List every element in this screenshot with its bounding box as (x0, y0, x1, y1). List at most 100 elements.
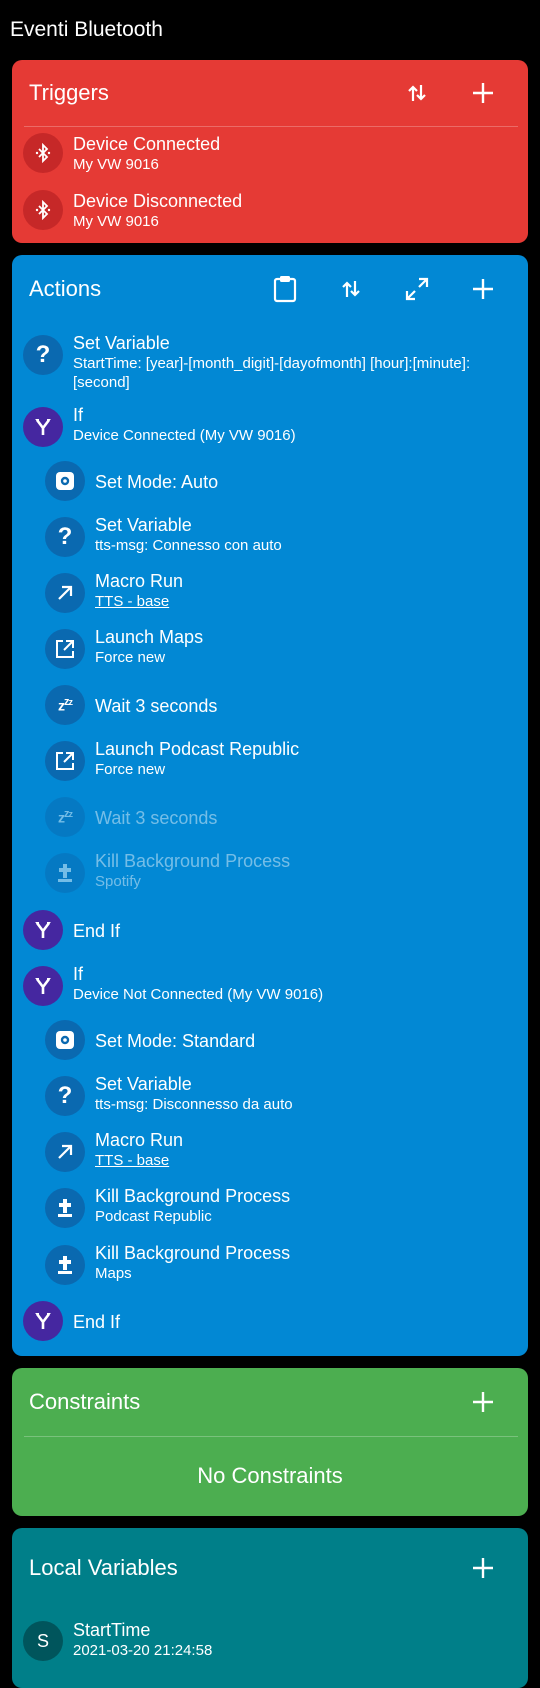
action-title: Macro Run (95, 571, 184, 591)
action-title: Macro Run (95, 1130, 184, 1150)
constraints-card: Constraints No Constraints (12, 1368, 528, 1516)
no-constraints-text: No Constraints (197, 1463, 343, 1488)
if-branch-icon (23, 1301, 63, 1341)
local-variables-header: Local Variables (12, 1528, 528, 1608)
paste-action-button[interactable] (252, 260, 318, 318)
action-item[interactable]: ? Set Variable StartTime: [year]-[month_… (23, 333, 528, 392)
action-subtitle: Maps (95, 1265, 132, 1282)
bluetooth-icon (23, 133, 63, 173)
action-item[interactable]: Kill Background Process Maps (45, 1243, 528, 1285)
if-item[interactable]: If Device Not Connected (My VW 9016) (23, 964, 528, 1006)
settings-icon (45, 1020, 85, 1060)
clipboard-icon (273, 276, 297, 303)
action-item[interactable]: zzz Wait 3 seconds (45, 685, 528, 725)
add-trigger-button[interactable] (450, 64, 516, 122)
action-title: End If (73, 1312, 121, 1332)
action-item-disabled[interactable]: zzz Wait 3 seconds (45, 797, 528, 837)
plus-icon (473, 83, 493, 103)
variable-name: StartTime (73, 1620, 151, 1640)
action-subtitle: Force new (95, 649, 166, 666)
actions-header: Actions (12, 255, 528, 323)
tombstone-icon (45, 853, 85, 893)
arrow-out-icon (45, 1132, 85, 1172)
tombstone-icon (45, 1188, 85, 1228)
action-title: Launch Podcast Republic (95, 739, 300, 759)
action-title: Set Variable (95, 515, 192, 535)
sleep-zzz-icon: zzz (45, 797, 85, 837)
trigger-title: Device Connected (73, 134, 221, 154)
action-title: Set Mode: Standard (95, 1031, 256, 1051)
expand-icon (405, 277, 429, 301)
action-item[interactable]: Set Mode: Auto (45, 461, 528, 501)
action-item[interactable]: Launch Maps Force new (45, 627, 528, 669)
if-branch-icon (23, 910, 63, 950)
trigger-subtitle: My VW 9016 (73, 156, 159, 173)
app-title: Eventi Bluetooth (10, 18, 163, 41)
action-item-disabled[interactable]: Kill Background Process Spotify (45, 851, 528, 893)
action-title: Launch Maps (95, 627, 204, 647)
plus-icon (473, 279, 493, 299)
expand-button[interactable] (384, 260, 450, 318)
sleep-zzz-icon: zzz (45, 685, 85, 725)
plus-icon (473, 1558, 493, 1578)
action-title: Kill Background Process (95, 1186, 291, 1206)
action-title: Kill Background Process (95, 1243, 291, 1263)
add-variable-button[interactable] (450, 1539, 516, 1597)
action-item[interactable]: Set Mode: Standard (45, 1020, 528, 1060)
action-item[interactable]: ? Set Variable tts-msg: Disconnesso da a… (45, 1074, 528, 1116)
end-if-item[interactable]: End If (23, 1301, 528, 1341)
action-title: End If (73, 921, 121, 941)
reorder-actions-button[interactable] (318, 260, 384, 318)
constraints-title: Constraints (29, 1389, 141, 1414)
settings-icon (45, 461, 85, 501)
action-subtitle: tts-msg: Connesso con auto (95, 537, 282, 554)
action-item[interactable]: Macro Run TTS - base (45, 1130, 528, 1172)
variable-item[interactable]: S StartTime 2021-03-20 21:24:58 (23, 1620, 213, 1661)
question-icon: ? (45, 517, 85, 557)
actions-title: Actions (29, 276, 102, 301)
action-subtitle: Force new (95, 761, 166, 778)
triggers-header: Triggers (12, 60, 528, 126)
action-subtitle: Podcast Republic (95, 1208, 212, 1225)
trigger-title: Device Disconnected (73, 191, 243, 211)
constraints-header: Constraints (12, 1368, 528, 1436)
action-title: Wait 3 seconds (95, 696, 218, 716)
action-title: Set Variable (73, 333, 170, 353)
launch-icon (45, 629, 85, 669)
action-subtitle: Device Not Connected (My VW 9016) (73, 986, 324, 1003)
local-variables-card: Local Variables S StartTime 2021-03-20 2… (12, 1528, 528, 1688)
question-icon: ? (23, 335, 63, 375)
action-title: If (73, 964, 84, 984)
add-constraint-button[interactable] (450, 1373, 516, 1431)
action-item[interactable]: Launch Podcast Republic Force new (45, 739, 528, 781)
plus-icon (473, 1392, 493, 1412)
trigger-item[interactable]: Device Disconnected My VW 9016 (23, 190, 242, 231)
macro-link[interactable]: TTS - base (95, 592, 183, 611)
avatar-letter: S (36, 1630, 49, 1651)
action-subtitle: tts-msg: Disconnesso da auto (95, 1096, 293, 1113)
if-branch-icon (23, 966, 63, 1006)
triggers-card: Triggers Device Connected My VW 9016 Dev… (12, 60, 528, 243)
action-item[interactable]: Kill Background Process Podcast Republic (45, 1186, 528, 1228)
launch-icon (45, 741, 85, 781)
question-icon: ? (45, 1076, 85, 1116)
macro-link[interactable]: TTS - base (95, 1151, 183, 1170)
bluetooth-icon (23, 190, 63, 230)
end-if-item[interactable]: End If (23, 910, 528, 950)
action-item[interactable]: ? Set Variable tts-msg: Connesso con aut… (45, 515, 528, 557)
action-title: Wait 3 seconds (95, 808, 218, 828)
arrow-out-icon (45, 573, 85, 613)
reorder-icon (408, 85, 426, 101)
variable-value: 2021-03-20 21:24:58 (73, 1642, 213, 1659)
divider (24, 126, 518, 127)
reorder-triggers-button[interactable] (384, 64, 450, 122)
tombstone-icon (45, 1245, 85, 1285)
action-item[interactable]: Macro Run TTS - base (45, 571, 528, 613)
trigger-item[interactable]: Device Connected My VW 9016 (23, 133, 220, 174)
if-item[interactable]: If Device Connected (My VW 9016) (23, 405, 528, 447)
trigger-subtitle: My VW 9016 (73, 213, 159, 230)
action-title: Set Variable (95, 1074, 192, 1094)
add-action-button[interactable] (450, 260, 516, 318)
action-title: If (73, 405, 84, 425)
local-variables-title: Local Variables (29, 1555, 178, 1580)
